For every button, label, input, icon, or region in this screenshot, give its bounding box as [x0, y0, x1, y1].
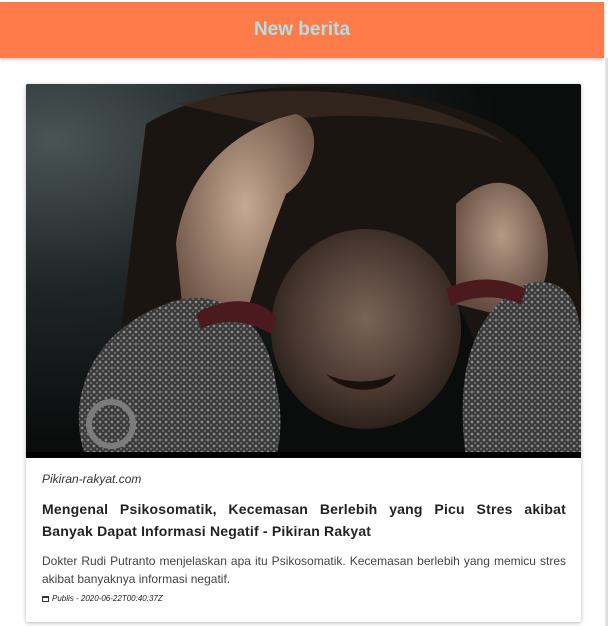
news-card[interactable]: Pikiran-rakyat.com Mengenal Psikosomatik… [26, 84, 581, 622]
article-image[interactable] [26, 84, 581, 458]
article-description: Dokter Rudi Putranto menjelaskan apa itu… [42, 554, 566, 586]
publish-date-text: Publis - 2020-06-22T00:40:37Z [52, 594, 163, 603]
article-publish-date: Publis - 2020-06-22T00:40:37Z [42, 594, 566, 603]
app-header: New berita [0, 2, 604, 58]
article-source: Pikiran-rakyat.com [42, 472, 142, 486]
article-body: Pikiran-rakyat.com Mengenal Psikosomatik… [42, 472, 566, 603]
header-title: New berita [253, 19, 351, 40]
calendar-icon [42, 595, 49, 602]
stressed-woman-photo [26, 84, 581, 458]
article-title[interactable]: Mengenal Psikosomatik, Kecemasan Berlebi… [42, 498, 566, 542]
